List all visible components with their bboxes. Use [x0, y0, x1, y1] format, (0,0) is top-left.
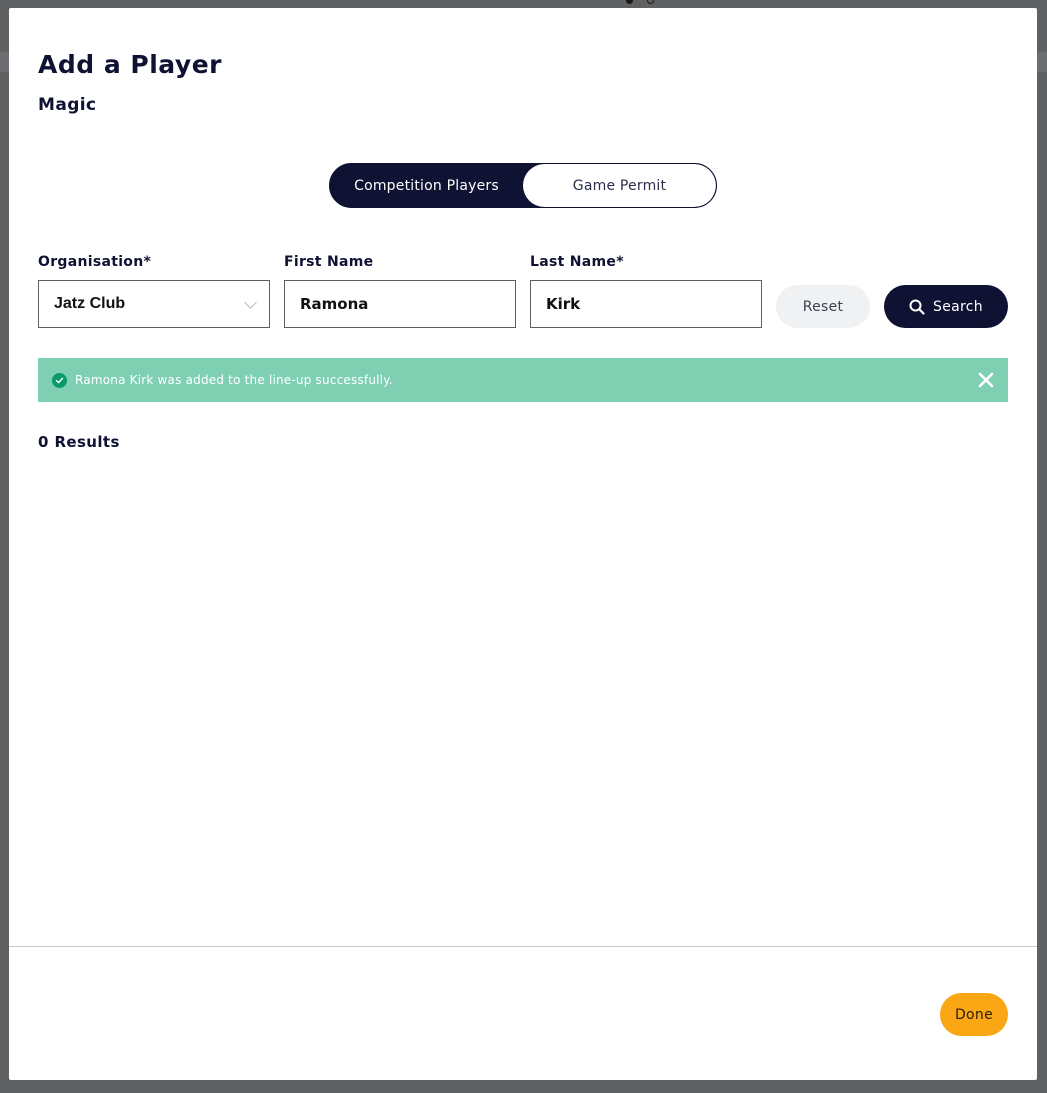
first-name-value: Ramona — [300, 295, 369, 313]
footer-divider — [9, 946, 1037, 947]
success-alert: Ramona Kirk was added to the line-up suc… — [38, 358, 1008, 402]
alert-message: Ramona Kirk was added to the line-up suc… — [75, 373, 393, 387]
done-button[interactable]: Done — [940, 993, 1008, 1036]
chevron-down-icon — [244, 296, 257, 309]
tab-competition-players[interactable]: Competition Players — [330, 164, 523, 207]
background-carousel-dots — [626, 0, 654, 4]
organisation-select[interactable]: Jatz Club — [38, 280, 270, 328]
carousel-dot-active — [626, 0, 633, 4]
carousel-dot — [647, 0, 654, 4]
modal-title: Add a Player — [38, 50, 222, 79]
search-icon — [909, 299, 925, 315]
tab-game-permit[interactable]: Game Permit — [523, 164, 716, 207]
close-icon[interactable] — [977, 371, 995, 389]
reset-button[interactable]: Reset — [776, 285, 870, 328]
first-name-field[interactable]: Ramona — [284, 280, 516, 328]
last-name-field[interactable]: Kirk — [530, 280, 762, 328]
team-name: Magic — [38, 95, 97, 115]
results-count: 0 Results — [38, 433, 120, 451]
last-name-label: Last Name* — [530, 254, 624, 270]
player-type-toggle: Competition Players Game Permit — [329, 163, 717, 208]
search-button-label: Search — [933, 298, 983, 315]
done-button-label: Done — [954, 1006, 994, 1023]
organisation-value: Jatz Club — [54, 295, 126, 312]
search-button[interactable]: Search — [884, 285, 1008, 328]
add-player-modal: Add a Player Magic Competition Players G… — [9, 8, 1037, 1080]
check-circle-icon — [52, 372, 67, 388]
reset-button-label: Reset — [802, 298, 844, 315]
last-name-value: Kirk — [546, 295, 581, 313]
first-name-label: First Name — [284, 254, 374, 270]
organisation-label: Organisation* — [38, 254, 152, 270]
